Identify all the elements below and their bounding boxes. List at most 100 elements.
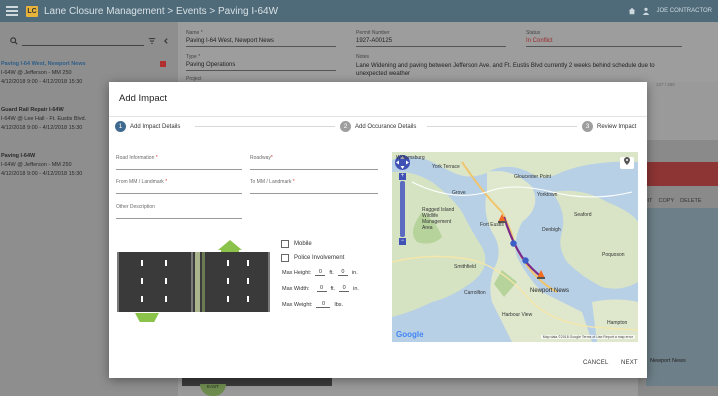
- dialog-title: Add Impact: [119, 93, 168, 104]
- search-icon[interactable]: [10, 37, 18, 45]
- status-field[interactable]: Status In Conflict: [526, 30, 682, 47]
- road-information-label: Road Information: [116, 155, 155, 161]
- max-height-label: Max Height:: [282, 270, 312, 276]
- step-number: 2: [340, 121, 351, 132]
- lane-edge: [268, 252, 270, 312]
- type-label: Type *: [186, 54, 201, 60]
- to-mm-field[interactable]: To MM / Landmark *: [250, 179, 378, 194]
- max-width-ft-input[interactable]: 0: [316, 285, 327, 292]
- westbound-arrow-icon: [218, 240, 242, 250]
- max-height-in-input[interactable]: 0: [337, 269, 348, 276]
- name-value: Paving I-64 West, Newport News: [186, 38, 336, 47]
- roadway-input[interactable]: [250, 161, 378, 170]
- max-weight-label: Max Weight:: [282, 302, 313, 308]
- map-label-ragged-island: Ragged Island Wildlife Management Area: [422, 207, 455, 231]
- map-zoom-control[interactable]: + −: [394, 154, 411, 245]
- right-pane-map[interactable]: Newport News: [646, 208, 718, 386]
- in-unit: in.: [351, 270, 358, 276]
- ft-unit: ft.: [330, 286, 336, 292]
- notes-value: Lane Widening and paving between Jeffers…: [356, 63, 655, 77]
- from-mm-input[interactable]: [116, 185, 242, 194]
- home-icon[interactable]: [628, 7, 636, 15]
- other-description-field[interactable]: Other Description: [116, 204, 242, 219]
- mobile-label: Mobile: [294, 241, 312, 247]
- lane-edge: [191, 252, 193, 312]
- map-label-york-terrace: York Terrace: [432, 164, 460, 170]
- step-1[interactable]: 1 Add Impact Details: [115, 121, 180, 132]
- permit-field[interactable]: Permit Number 1927-A00125: [356, 30, 506, 47]
- step-3[interactable]: 3 Review Impact: [582, 121, 636, 132]
- mobile-checkbox[interactable]: Mobile: [281, 240, 312, 248]
- collapse-chevron-icon[interactable]: [162, 37, 170, 45]
- right-map-label: Newport News: [650, 358, 686, 364]
- step-connector: [427, 126, 577, 127]
- max-width-label: Max Width:: [282, 286, 310, 292]
- ft-unit: ft.: [329, 270, 334, 276]
- filter-icon[interactable]: [148, 37, 156, 45]
- other-description-input[interactable]: [116, 210, 242, 219]
- eastbound-arrow-icon: [135, 313, 159, 322]
- next-button[interactable]: NEXT: [621, 360, 638, 366]
- max-width-row: Max Width: 0 ft. 0 in.: [282, 285, 359, 292]
- in-unit: in.: [353, 286, 359, 292]
- zoom-slider[interactable]: [400, 181, 405, 237]
- search-input[interactable]: [22, 36, 144, 46]
- from-mm-field[interactable]: From MM / Landmark *: [116, 179, 242, 194]
- roadway-field[interactable]: Roadway*: [250, 155, 378, 170]
- police-checkbox-box[interactable]: [281, 254, 289, 262]
- map-label-carrollton: Carrollton: [464, 290, 486, 296]
- type-value: Paving Operations: [186, 62, 336, 71]
- copy-button[interactable]: COPY: [659, 198, 675, 204]
- zoom-in-button[interactable]: +: [399, 173, 406, 180]
- name-field[interactable]: Name * Paving I-64 West, Newport News: [186, 30, 336, 47]
- permit-label: Permit Number: [356, 30, 390, 36]
- event-form-header: Name * Paving I-64 West, Newport News Pe…: [178, 22, 718, 87]
- conflict-banner: [638, 162, 718, 186]
- max-height-row: Max Height: 0 ft. 0 in.: [282, 269, 358, 276]
- lane-diagram[interactable]: [117, 252, 270, 312]
- name-label: Name *: [186, 30, 203, 36]
- lane-edge: [117, 252, 119, 312]
- type-field[interactable]: Type * Paving Operations: [186, 54, 336, 71]
- map-label-grove: Grove: [452, 190, 466, 196]
- step-label: Add Impact Details: [130, 123, 181, 130]
- map-pin-icon: [624, 157, 630, 165]
- user-name[interactable]: JOE CONTRACTOR: [656, 8, 712, 14]
- map-label-smithfield: Smithfield: [454, 264, 476, 270]
- route-shield-icon: [510, 240, 517, 247]
- map-attribution[interactable]: Map data ©2018 Google Terms of Use Repor…: [540, 335, 635, 339]
- hamburger-menu-icon[interactable]: [6, 6, 18, 16]
- list-item-title: Paving I-64 West, Newport News: [1, 61, 86, 67]
- add-impact-dialog: Add Impact 1 Add Impact Details 2 Add Oc…: [109, 82, 647, 378]
- to-mm-label: To MM / Landmark: [250, 179, 292, 185]
- delete-button[interactable]: DELETE: [680, 198, 701, 204]
- max-weight-row: Max Weight: 0 lbs.: [282, 301, 343, 308]
- zoom-out-button[interactable]: −: [399, 238, 406, 245]
- map-label-williamsburg: Williamsburg: [396, 155, 425, 161]
- notes-char-count: 127 / 250: [656, 82, 675, 87]
- user-icon[interactable]: [642, 7, 650, 15]
- map-label-newport-news: Newport News: [530, 288, 570, 294]
- impact-map[interactable]: + − Williamsburg York Terrace Grove York…: [392, 152, 638, 342]
- max-weight-input[interactable]: 0: [316, 301, 331, 308]
- road-information-field[interactable]: Road Information *: [116, 155, 242, 170]
- conflict-flag-icon: [160, 61, 166, 67]
- map-location-button[interactable]: [620, 157, 634, 169]
- mobile-checkbox-box[interactable]: [281, 240, 289, 248]
- map-label-hampton: Hampton: [607, 320, 628, 326]
- police-involvement-checkbox[interactable]: Police Involvement: [281, 254, 344, 262]
- to-mm-input[interactable]: [250, 185, 378, 194]
- status-label: Status: [526, 30, 541, 36]
- step-2[interactable]: 2 Add Occurance Details: [340, 121, 416, 132]
- max-height-ft-input[interactable]: 0: [315, 269, 326, 276]
- lbs-unit: lbs.: [334, 302, 344, 308]
- app-logo: LC: [26, 5, 38, 17]
- max-width-in-input[interactable]: 0: [339, 285, 350, 292]
- map-label-gloucester: Gloucester Point: [514, 174, 551, 180]
- notes-field[interactable]: Notes Lane Widening and paving between J…: [356, 54, 686, 78]
- road-information-input[interactable]: [116, 161, 242, 170]
- median-shoulder: [202, 252, 205, 312]
- police-label: Police Involvement: [294, 255, 345, 261]
- cancel-button[interactable]: CANCEL: [583, 360, 609, 366]
- status-value: In Conflict: [526, 38, 682, 47]
